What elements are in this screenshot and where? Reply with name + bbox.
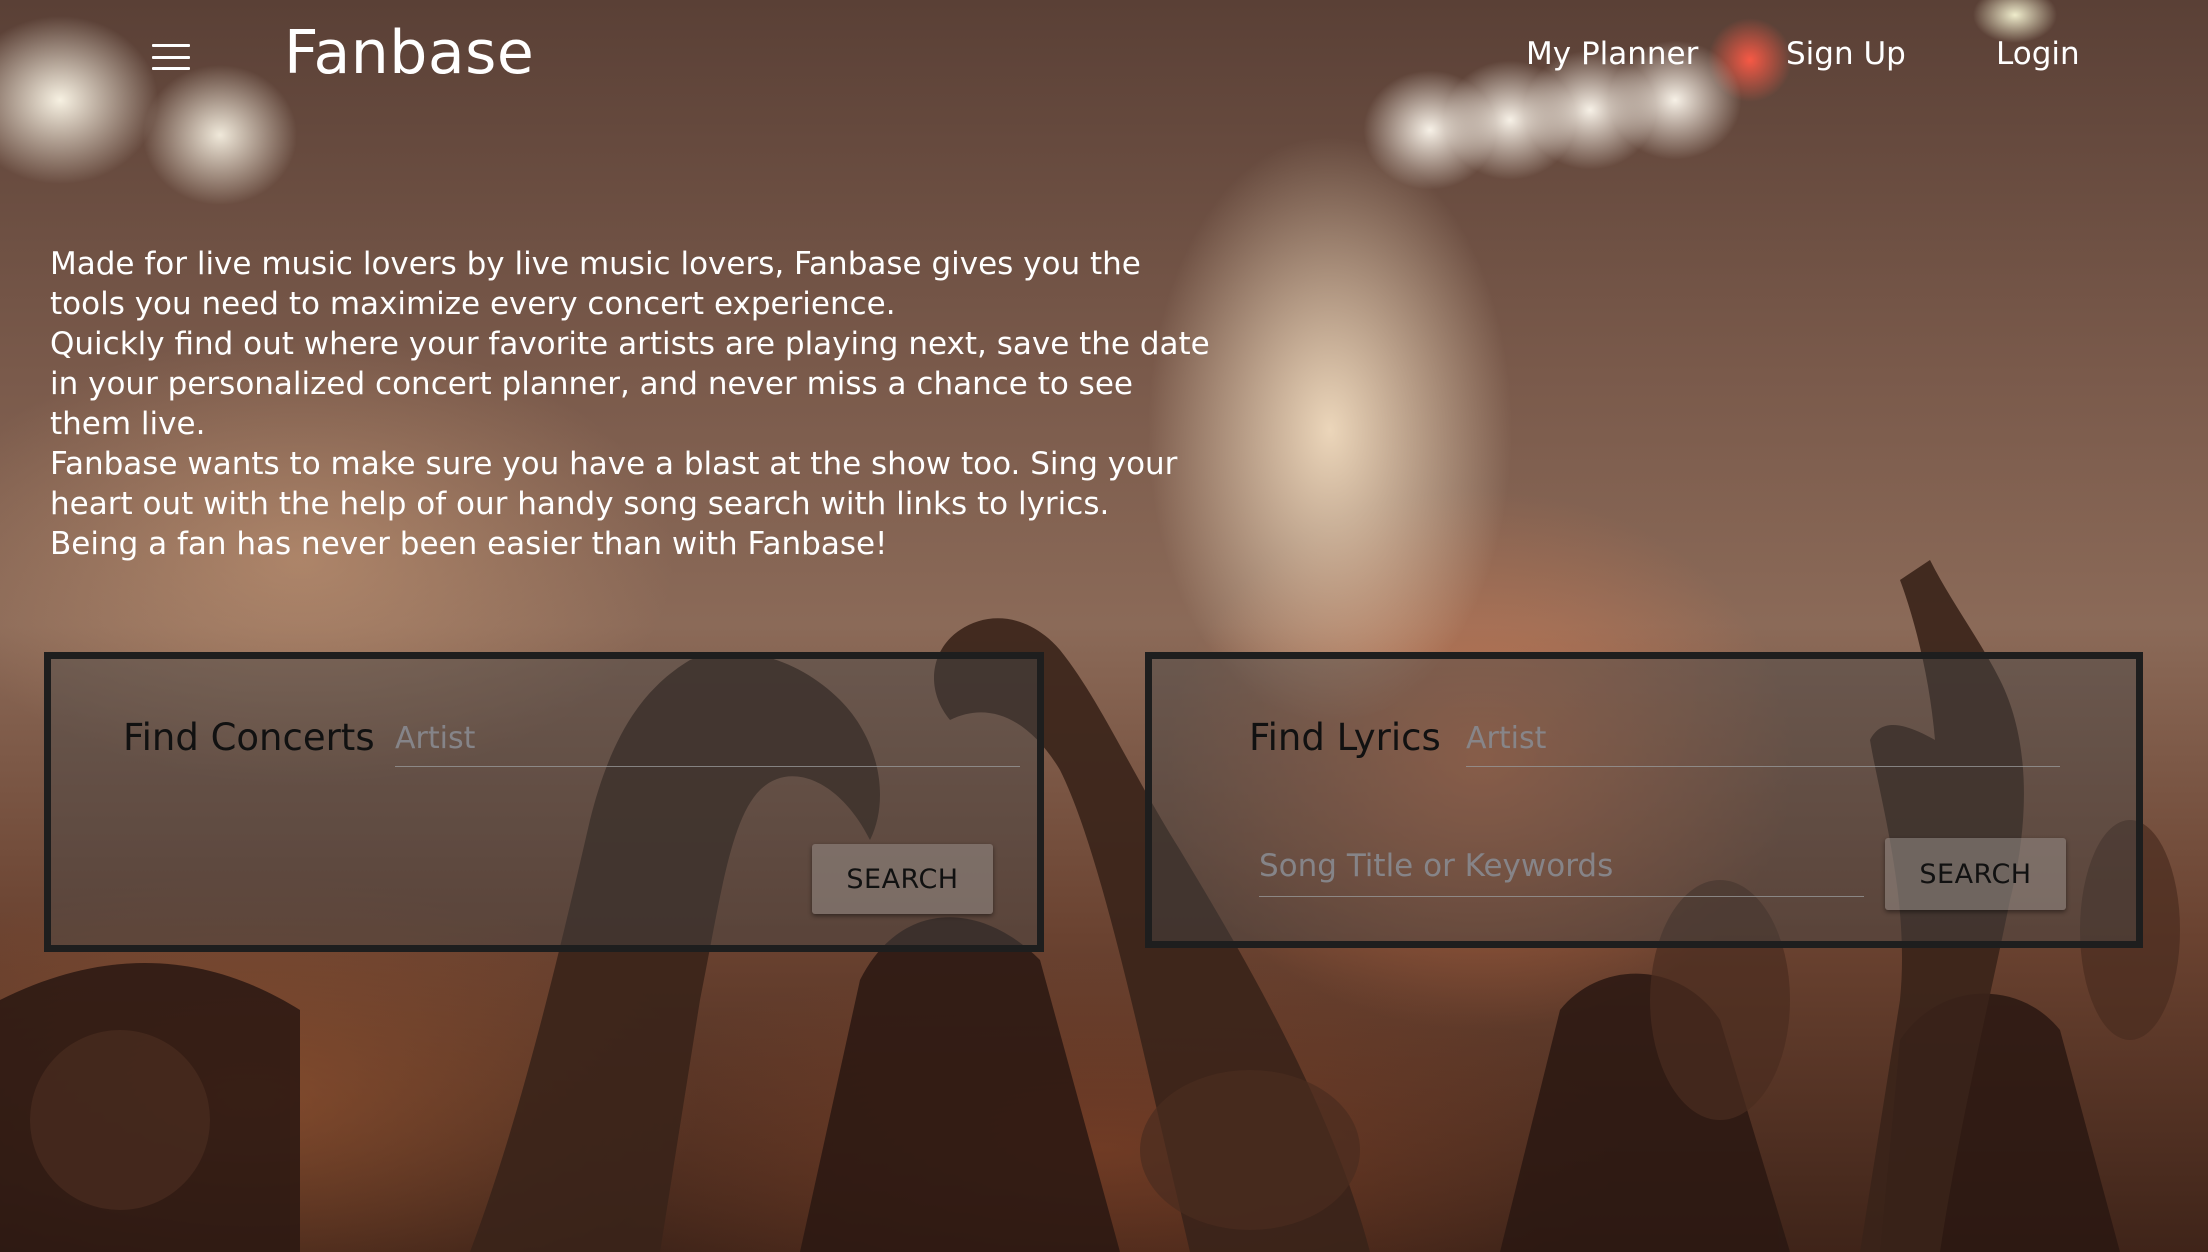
brand-title[interactable]: Fanbase (284, 18, 534, 88)
find-concerts-panel: Find Concerts SEARCH (44, 652, 1044, 952)
menu-line (152, 44, 190, 47)
intro-text: Made for live music lovers by live music… (50, 244, 1210, 564)
intro-paragraph: Fanbase wants to make sure you have a bl… (50, 446, 1178, 522)
hamburger-menu-icon[interactable] (152, 44, 190, 70)
concerts-search-button[interactable]: SEARCH (812, 844, 993, 914)
menu-line (152, 55, 190, 59)
find-lyrics-title: Find Lyrics (1249, 716, 1441, 759)
nav-login[interactable]: Login (1996, 36, 2080, 72)
intro-paragraph: Being a fan has never been easier than w… (50, 526, 888, 562)
background-concert-photo (0, 560, 2180, 1252)
nav-my-planner[interactable]: My Planner (1526, 36, 1698, 72)
lyrics-search-button[interactable]: SEARCH (1885, 838, 2066, 910)
intro-paragraph: Quickly find out where your favorite art… (50, 326, 1210, 442)
find-concerts-title: Find Concerts (123, 716, 375, 759)
find-lyrics-panel: Find Lyrics SEARCH (1145, 652, 2143, 948)
menu-line (152, 67, 190, 70)
intro-paragraph: Made for live music lovers by live music… (50, 246, 1141, 322)
lyrics-song-input[interactable] (1259, 835, 1864, 897)
nav-sign-up[interactable]: Sign Up (1786, 36, 1906, 72)
lyrics-artist-input[interactable] (1466, 711, 2060, 767)
concerts-artist-input[interactable] (395, 711, 1020, 767)
